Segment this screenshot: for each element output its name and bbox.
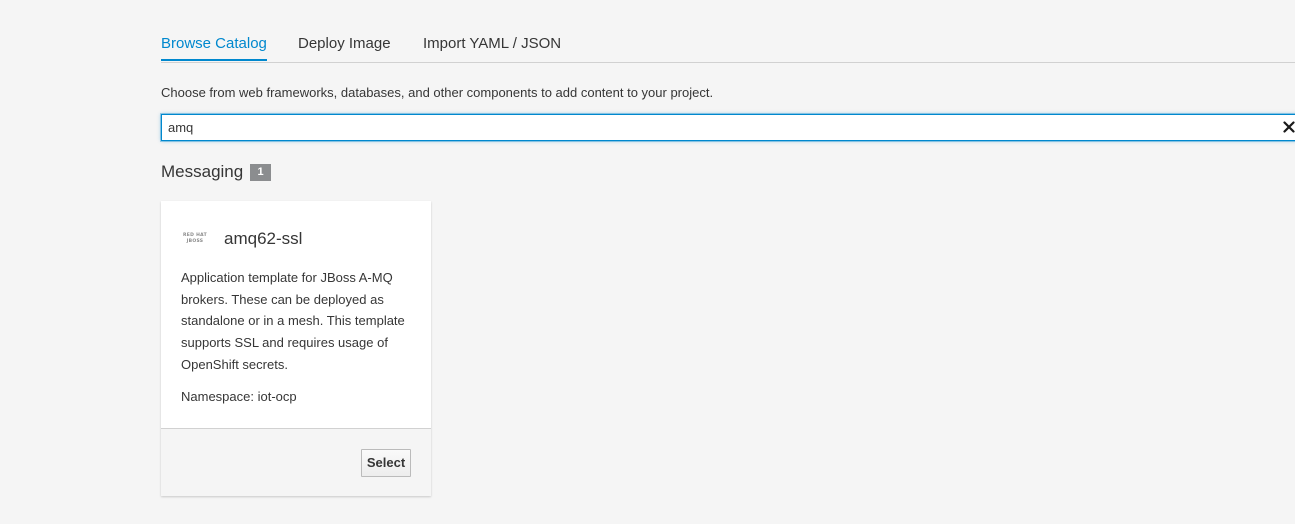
tab-browse-catalog[interactable]: Browse Catalog bbox=[161, 34, 267, 61]
tab-import-yaml-json[interactable]: Import YAML / JSON bbox=[423, 34, 561, 54]
card-footer: Select bbox=[161, 429, 431, 496]
search-input[interactable] bbox=[162, 115, 1295, 140]
redhat-jboss-logo: RED HAT JBOSS bbox=[183, 232, 208, 244]
select-button[interactable]: Select bbox=[361, 449, 411, 477]
logo-line-1: RED HAT bbox=[183, 232, 208, 238]
count-badge: 1 bbox=[250, 164, 271, 181]
card-body: RED HAT JBOSS amq62-ssl Application temp… bbox=[161, 201, 431, 429]
catalog-help-text: Choose from web frameworks, databases, a… bbox=[161, 85, 714, 100]
search-field bbox=[161, 114, 1295, 141]
card-title: amq62-ssl bbox=[224, 229, 303, 248]
card-namespace: Namespace: iot-ocp bbox=[181, 389, 297, 404]
catalog-card: RED HAT JBOSS amq62-ssl Application temp… bbox=[161, 201, 431, 496]
section-title-messaging: Messaging bbox=[161, 162, 244, 181]
tab-deploy-image[interactable]: Deploy Image bbox=[298, 34, 391, 54]
card-description: Application template for JBoss A-MQ brok… bbox=[181, 270, 405, 372]
close-icon[interactable] bbox=[1282, 120, 1295, 134]
catalog-tabs: Browse Catalog Deploy Image Import YAML … bbox=[161, 0, 1295, 63]
logo-line-2: JBOSS bbox=[186, 238, 204, 244]
